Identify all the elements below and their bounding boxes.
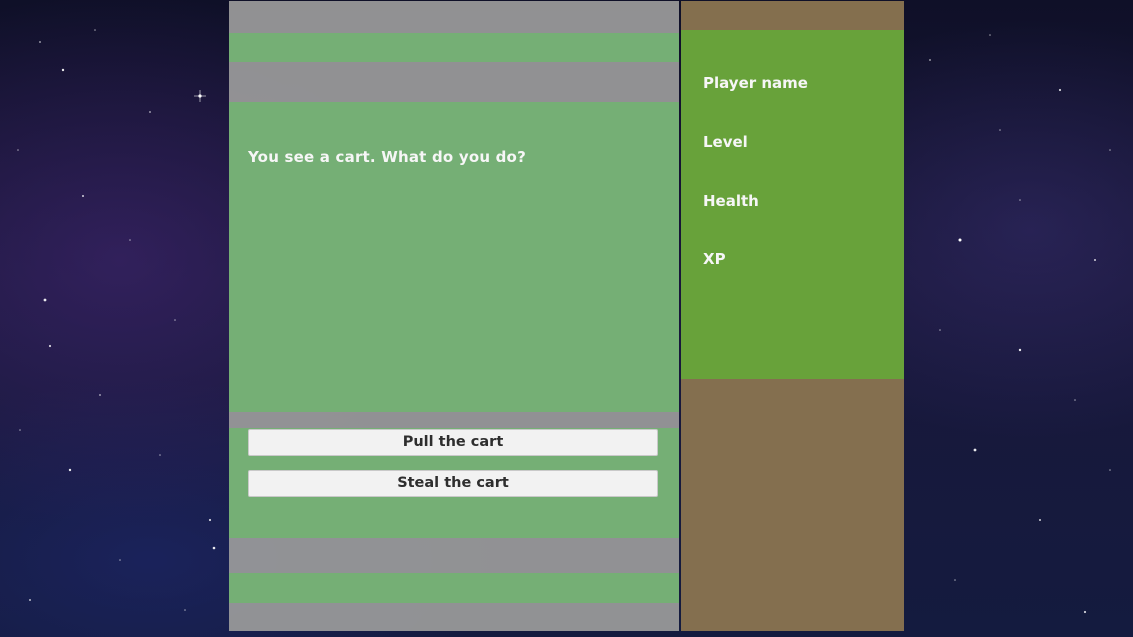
stat-label-xp: XP <box>703 250 726 268</box>
player-stats-panel: Player name Level Health XP <box>681 1 904 631</box>
choice-button-pull-cart[interactable]: Pull the cart <box>248 429 658 456</box>
choices-area: Pull the cart Steal the cart <box>229 428 679 538</box>
story-text-area: You see a cart. What do you do? <box>229 102 679 412</box>
stats-area: Player name Level Health XP <box>681 30 904 379</box>
choice-button-steal-cart[interactable]: Steal the cart <box>248 470 658 497</box>
stat-label-level: Level <box>703 133 748 151</box>
story-text: You see a cart. What do you do? <box>248 148 526 166</box>
sparkle-star <box>194 90 206 102</box>
decorative-band-bottom <box>229 573 679 603</box>
story-panel: You see a cart. What do you do? Pull the… <box>229 1 679 631</box>
stat-label-player-name: Player name <box>703 74 808 92</box>
decorative-band-top <box>229 33 679 62</box>
stat-label-health: Health <box>703 192 759 210</box>
